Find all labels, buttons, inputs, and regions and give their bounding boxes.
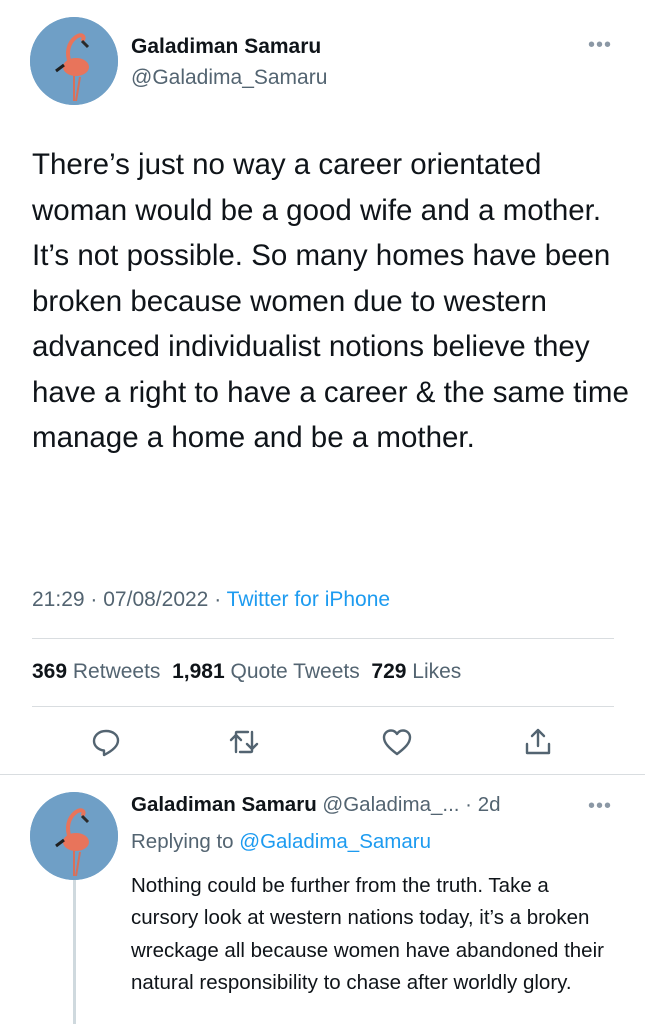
tweet-stats: 369 Retweets 1,981 Quote Tweets 729 Like… bbox=[32, 660, 461, 684]
more-options-icon[interactable]: ••• bbox=[588, 34, 612, 57]
likes-stat[interactable]: 729 Likes bbox=[371, 660, 461, 683]
reply-author-handle[interactable]: @Galadima_... bbox=[322, 793, 459, 816]
replying-prefix: Replying to bbox=[131, 830, 234, 853]
retweets-label: Retweets bbox=[72, 660, 161, 683]
flamingo-icon bbox=[30, 792, 118, 880]
retweet-button[interactable] bbox=[228, 726, 260, 758]
tweet-text: There’s just no way a career orientated … bbox=[32, 148, 629, 454]
reply-author-name[interactable]: Galadiman Samaru bbox=[131, 793, 317, 816]
quotes-count: 1,981 bbox=[172, 660, 225, 683]
tweet-source-link[interactable]: Twitter for iPhone bbox=[227, 588, 390, 611]
reply-header: Galadiman Samaru @Galadima_... · 2d bbox=[131, 793, 501, 817]
quotes-stat[interactable]: 1,981 Quote Tweets bbox=[172, 660, 360, 683]
like-button[interactable] bbox=[381, 726, 413, 758]
divider bbox=[32, 706, 614, 707]
quotes-label: Quote Tweets bbox=[230, 660, 360, 683]
author-handle[interactable]: @Galadima_Samaru bbox=[131, 66, 327, 90]
flamingo-icon bbox=[30, 17, 118, 105]
reply-author-avatar[interactable] bbox=[30, 792, 118, 880]
tweet-meta: 21:29 · 07/08/2022 · Twitter for iPhone bbox=[32, 588, 390, 612]
divider bbox=[32, 638, 614, 639]
thread-line bbox=[73, 880, 76, 1024]
like-icon bbox=[382, 729, 412, 756]
replying-to: Replying to @Galadima_Samaru bbox=[131, 830, 431, 854]
meta-separator: · bbox=[90, 588, 98, 611]
author-name[interactable]: Galadiman Samaru bbox=[131, 35, 321, 59]
divider bbox=[0, 774, 645, 775]
replying-to-link[interactable]: @Galadima_Samaru bbox=[239, 830, 431, 853]
tweet-time[interactable]: 21:29 bbox=[32, 588, 85, 611]
retweet-icon bbox=[229, 730, 259, 754]
reply-more-options-icon[interactable]: ••• bbox=[588, 795, 612, 818]
reply-button[interactable] bbox=[90, 726, 122, 758]
meta-separator: · bbox=[214, 588, 222, 611]
author-avatar[interactable] bbox=[30, 17, 118, 105]
tweet-date[interactable]: 07/08/2022 bbox=[103, 588, 208, 611]
likes-label: Likes bbox=[412, 660, 462, 683]
likes-count: 729 bbox=[371, 660, 407, 683]
reply-icon bbox=[92, 729, 120, 757]
reply-age[interactable]: · 2d bbox=[465, 793, 500, 816]
share-button[interactable] bbox=[522, 726, 554, 758]
reply-text: Nothing could be further from the truth.… bbox=[131, 874, 604, 994]
share-icon bbox=[525, 728, 551, 755]
retweets-stat[interactable]: 369 Retweets bbox=[32, 660, 160, 683]
retweets-count: 369 bbox=[32, 660, 68, 683]
